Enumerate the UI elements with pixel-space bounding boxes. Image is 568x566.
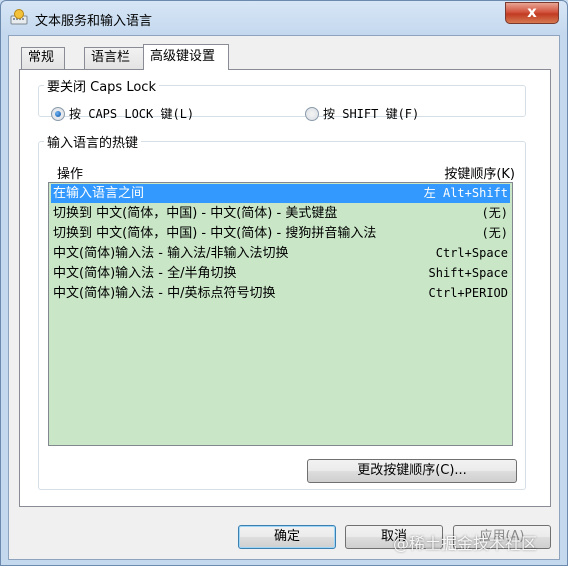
change-key-sequence-button[interactable]: 更改按键顺序(C)... [307, 459, 517, 483]
keyboard-globe-icon [10, 9, 28, 25]
tab-advanced-key-settings[interactable]: 高级键设置 [143, 44, 229, 70]
hotkey-keys: Ctrl+PERIOD [428, 286, 508, 300]
hotkeys-header: 操作 按键顺序(K) [49, 163, 515, 182]
radio-unselected-icon [305, 106, 319, 121]
list-item[interactable]: 中文(简体)输入法 - 输入法/非输入法切换 Ctrl+Space [51, 244, 510, 263]
close-button[interactable]: x [505, 2, 559, 24]
radio-shift-label: 按 SHIFT 键(F) [323, 107, 420, 121]
hotkey-keys: Ctrl+Space [435, 246, 508, 260]
hotkey-action: 中文(简体)输入法 - 全/半角切换 [53, 266, 237, 281]
hotkey-action: 在输入语言之间 [53, 186, 145, 201]
list-item[interactable]: 在输入语言之间 左 Alt+Shift [51, 184, 510, 203]
dialog-window: 文本服务和输入语言 x 常规 语言栏 高级键设置 要关闭 Caps Lock 按… [0, 0, 568, 566]
hotkey-action: 中文(简体)输入法 - 中/英标点符号切换 [53, 286, 276, 301]
hotkeys-group: 输入语言的热键 操作 按键顺序(K) 在输入语言之间 左 Alt+Shift 切… [38, 132, 526, 490]
radio-selected-icon [51, 106, 65, 121]
hotkey-keys: Shift+Space [428, 266, 508, 280]
hotkey-action: 中文(简体)输入法 - 输入法/非输入法切换 [53, 246, 289, 261]
hotkey-keys: (无) [481, 226, 508, 240]
list-item[interactable]: 切换到 中文(简体，中国) - 中文(简体) - 搜狗拼音输入法 (无) [51, 224, 510, 243]
hotkey-action: 切换到 中文(简体，中国) - 中文(简体) - 美式键盘 [53, 206, 338, 221]
caps-lock-legend: 要关闭 Caps Lock [47, 80, 156, 95]
radio-caps-lock[interactable]: 按 CAPS LOCK 键(L) [51, 105, 194, 122]
radio-shift[interactable]: 按 SHIFT 键(F) [305, 105, 419, 122]
tab-general[interactable]: 常规 [21, 47, 65, 69]
hotkeys-legend: 输入语言的热键 [47, 136, 139, 151]
hotkey-keys: (无) [481, 206, 508, 220]
dialog-body: 常规 语言栏 高级键设置 要关闭 Caps Lock 按 CAPS LOCK 键… [8, 35, 560, 560]
column-action: 操作 [57, 167, 84, 182]
hotkey-keys: 左 Alt+Shift [423, 186, 508, 200]
list-item[interactable]: 中文(简体)输入法 - 中/英标点符号切换 Ctrl+PERIOD [51, 284, 510, 303]
watermark-text: @稀土掘金技术社区 [393, 534, 538, 553]
caps-lock-group: 要关闭 Caps Lock 按 CAPS LOCK 键(L) 按 SHIFT 键… [38, 76, 526, 121]
ok-button[interactable]: 确定 [238, 525, 336, 549]
advanced-key-settings-panel: 要关闭 Caps Lock 按 CAPS LOCK 键(L) 按 SHIFT 键… [19, 69, 551, 507]
tab-language-bar[interactable]: 语言栏 [84, 47, 144, 69]
title-bar[interactable]: 文本服务和输入语言 x [1, 1, 567, 35]
list-item[interactable]: 切换到 中文(简体，中国) - 中文(简体) - 美式键盘 (无) [51, 204, 510, 223]
radio-caps-lock-label: 按 CAPS LOCK 键(L) [69, 107, 195, 121]
window-title: 文本服务和输入语言 [35, 14, 153, 29]
list-item[interactable]: 中文(简体)输入法 - 全/半角切换 Shift+Space [51, 264, 510, 283]
hotkeys-list[interactable]: 在输入语言之间 左 Alt+Shift 切换到 中文(简体，中国) - 中文(简… [48, 182, 513, 446]
hotkey-action: 切换到 中文(简体，中国) - 中文(简体) - 搜狗拼音输入法 [53, 226, 377, 241]
column-key-sequence: 按键顺序(K) [444, 167, 515, 182]
